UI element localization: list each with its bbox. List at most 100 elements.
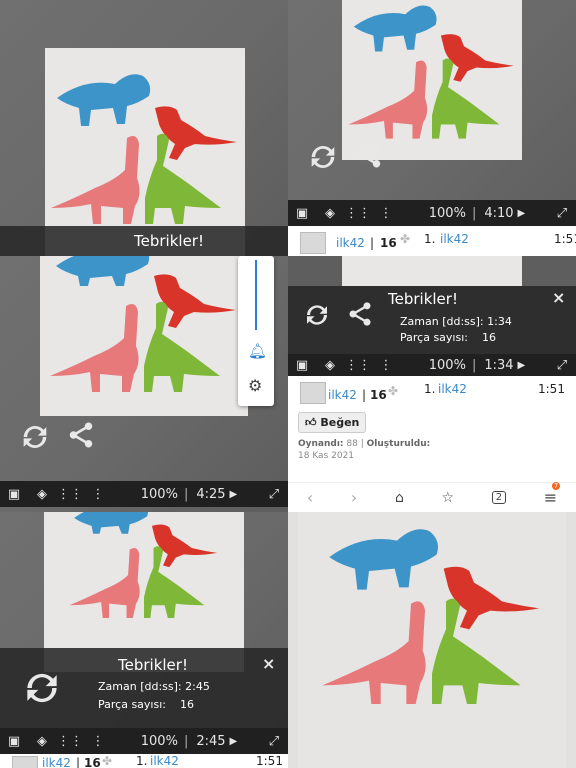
image-icon[interactable]: ▣ bbox=[288, 352, 316, 378]
refresh-icon[interactable] bbox=[20, 666, 64, 714]
user-link[interactable]: ilk42 bbox=[42, 756, 71, 768]
share-icon[interactable] bbox=[66, 420, 96, 458]
back-icon[interactable]: ‹ bbox=[307, 488, 313, 507]
tile-bottom-right bbox=[288, 512, 576, 768]
home-icon[interactable]: ⌂ bbox=[395, 490, 404, 506]
ghost-image-icon[interactable]: ◈ bbox=[316, 352, 344, 378]
dinosaurs-image bbox=[348, 5, 514, 139]
rank-number: 1. bbox=[424, 232, 436, 246]
tile-bottom-left: Tebrikler! × Zaman [dd:ss]: 2:45 Parça s… bbox=[0, 512, 288, 768]
fullscreen-icon[interactable]: ⤢ bbox=[260, 728, 288, 754]
avatar bbox=[300, 382, 326, 404]
image-icon[interactable]: ▣ bbox=[0, 481, 28, 507]
timer: 2:45 bbox=[196, 733, 226, 749]
avatar bbox=[300, 232, 326, 254]
user-link[interactable]: ilk42 bbox=[328, 388, 357, 402]
rank-user-link[interactable]: ilk42 bbox=[150, 754, 179, 768]
congrats-panel: Tebrikler! × Zaman [dd:ss]: 2:45 Parça s… bbox=[0, 648, 288, 728]
dinosaurs-image bbox=[322, 529, 540, 704]
zoom-level[interactable]: 100% bbox=[135, 487, 184, 502]
rank-time: 1:51 bbox=[554, 232, 576, 246]
share-icon[interactable] bbox=[354, 140, 384, 178]
dinosaurs-image bbox=[51, 74, 237, 224]
piece-count: 16 bbox=[380, 236, 397, 250]
bell-icon[interactable]: 🔔︎ bbox=[248, 342, 267, 360]
red-trex bbox=[155, 106, 237, 160]
user-row: ilk42 | 16 ✤ 1. ilk42 1:51 bbox=[288, 226, 576, 256]
rank-user-link[interactable]: ilk42 bbox=[438, 382, 467, 396]
more-icon[interactable]: ⋮ bbox=[372, 200, 400, 226]
blue-triceratops bbox=[57, 74, 151, 126]
action-icons bbox=[18, 420, 96, 458]
avatar bbox=[12, 756, 38, 768]
rank-time: 1:51 bbox=[256, 754, 283, 768]
congrats-title: Tebrikler! bbox=[134, 232, 204, 250]
fullscreen-icon[interactable]: ⤢ bbox=[260, 481, 288, 507]
pink-brontosaurus bbox=[51, 136, 140, 224]
rank-number: 1. bbox=[424, 382, 436, 396]
puzzle-toolbar: ▣ ◈ ⋮⋮ ⋮ 100% | 4:10 ▶ ⤢ bbox=[288, 200, 576, 226]
refresh-icon[interactable] bbox=[18, 420, 52, 458]
user-link[interactable]: ilk42 bbox=[336, 236, 365, 250]
timer: 1:34 bbox=[484, 357, 514, 373]
congrats-banner: Tebrikler! bbox=[0, 226, 288, 256]
close-icon[interactable]: × bbox=[262, 654, 275, 673]
ghost-image-icon[interactable]: ◈ bbox=[28, 728, 56, 754]
menu-icon[interactable]: ≡ 7 bbox=[544, 482, 561, 507]
browser-navbar: ‹ › ⌂ ☆ 2 ≡ 7 bbox=[288, 482, 576, 512]
piece-count: 16 bbox=[370, 388, 387, 402]
ghost-image-icon[interactable]: ◈ bbox=[28, 481, 56, 507]
rank-user-link[interactable]: ilk42 bbox=[440, 232, 469, 246]
puzzle-meta: Oynandı: 88 | Oluşturuldu: 18 Kas 2021 bbox=[298, 439, 431, 461]
puzzle-piece-icon: ✤ bbox=[388, 384, 399, 398]
more-icon[interactable]: ⋮ bbox=[372, 352, 400, 378]
tile-top-right: ▣ ◈ ⋮⋮ ⋮ 100% | 4:10 ▶ ⤢ ilk42 | 16 ✤ 1.… bbox=[288, 0, 576, 256]
congrats-title: Tebrikler! bbox=[118, 656, 188, 674]
play-icon[interactable]: ▶ bbox=[518, 360, 526, 371]
ghost-image-icon[interactable]: ◈ bbox=[316, 200, 344, 226]
more-icon[interactable]: ⋮ bbox=[84, 728, 112, 754]
refresh-icon[interactable] bbox=[302, 300, 332, 334]
like-button[interactable]: 👍︎ Beğen bbox=[298, 412, 367, 433]
play-icon[interactable]: ▶ bbox=[230, 489, 238, 500]
play-icon[interactable]: ▶ bbox=[230, 736, 238, 747]
puzzle-toolbar: ▣ ◈ ⋮⋮ ⋮ 100% | 4:25 ▶ ⤢ bbox=[0, 481, 288, 507]
grid-icon[interactable]: ⋮⋮ bbox=[56, 481, 84, 507]
bookmark-star-icon[interactable]: ☆ bbox=[442, 490, 455, 506]
grid-icon[interactable]: ⋮⋮ bbox=[344, 200, 372, 226]
notification-badge: 7 bbox=[551, 482, 561, 490]
more-icon[interactable]: ⋮ bbox=[84, 481, 112, 507]
fullscreen-icon[interactable]: ⤢ bbox=[548, 352, 576, 378]
timer: 4:10 bbox=[484, 205, 514, 221]
user-row: ilk42 | 16 ✤ 1. ilk42 1:51 bbox=[0, 754, 288, 768]
zoom-level[interactable]: 100% bbox=[423, 358, 472, 373]
dinosaurs-image bbox=[50, 256, 236, 392]
gear-icon[interactable]: ⚙ bbox=[248, 376, 262, 395]
share-icon[interactable] bbox=[346, 300, 374, 334]
image-icon[interactable]: ▣ bbox=[288, 200, 316, 226]
puzzle-image bbox=[342, 256, 522, 286]
volume-slider[interactable] bbox=[255, 260, 257, 330]
puzzle-piece-icon: ✤ bbox=[102, 754, 113, 768]
tile-middle-left: Tebrikler! 🔔︎ ⚙ ▣ ◈ ⋮⋮ ⋮ 100% | 4:25 ▶ ⤢ bbox=[0, 256, 288, 512]
zoom-level[interactable]: 100% bbox=[135, 734, 184, 749]
zoom-level[interactable]: 100% bbox=[423, 206, 472, 221]
settings-popup: 🔔︎ ⚙ bbox=[238, 256, 274, 406]
grid-icon[interactable]: ⋮⋮ bbox=[344, 352, 372, 378]
tile-middle-right: Tebrikler! × Zaman [dd:ss]: 1:34 Parça s… bbox=[288, 256, 576, 482]
tabs-icon[interactable]: 2 bbox=[491, 491, 507, 504]
close-icon[interactable]: × bbox=[552, 288, 565, 307]
congrats-title: Tebrikler! bbox=[388, 290, 458, 308]
puzzle-toolbar: ▣ ◈ ⋮⋮ ⋮ 100% | 2:45 ▶ ⤢ bbox=[0, 728, 288, 754]
grid-icon[interactable]: ⋮⋮ bbox=[56, 728, 84, 754]
image-icon[interactable]: ▣ bbox=[0, 728, 28, 754]
timer: 4:25 bbox=[196, 486, 226, 502]
play-icon[interactable]: ▶ bbox=[518, 208, 526, 219]
elapsed-time: 1:34 bbox=[487, 315, 512, 328]
refresh-icon[interactable] bbox=[306, 140, 340, 178]
puzzle-piece-icon: ✤ bbox=[400, 232, 411, 246]
action-icons bbox=[306, 140, 384, 178]
puzzle-toolbar: ▣ ◈ ⋮⋮ ⋮ 100% | 1:34 ▶ ⤢ bbox=[288, 354, 576, 376]
fullscreen-icon[interactable]: ⤢ bbox=[548, 200, 576, 226]
forward-icon[interactable]: › bbox=[351, 488, 357, 507]
